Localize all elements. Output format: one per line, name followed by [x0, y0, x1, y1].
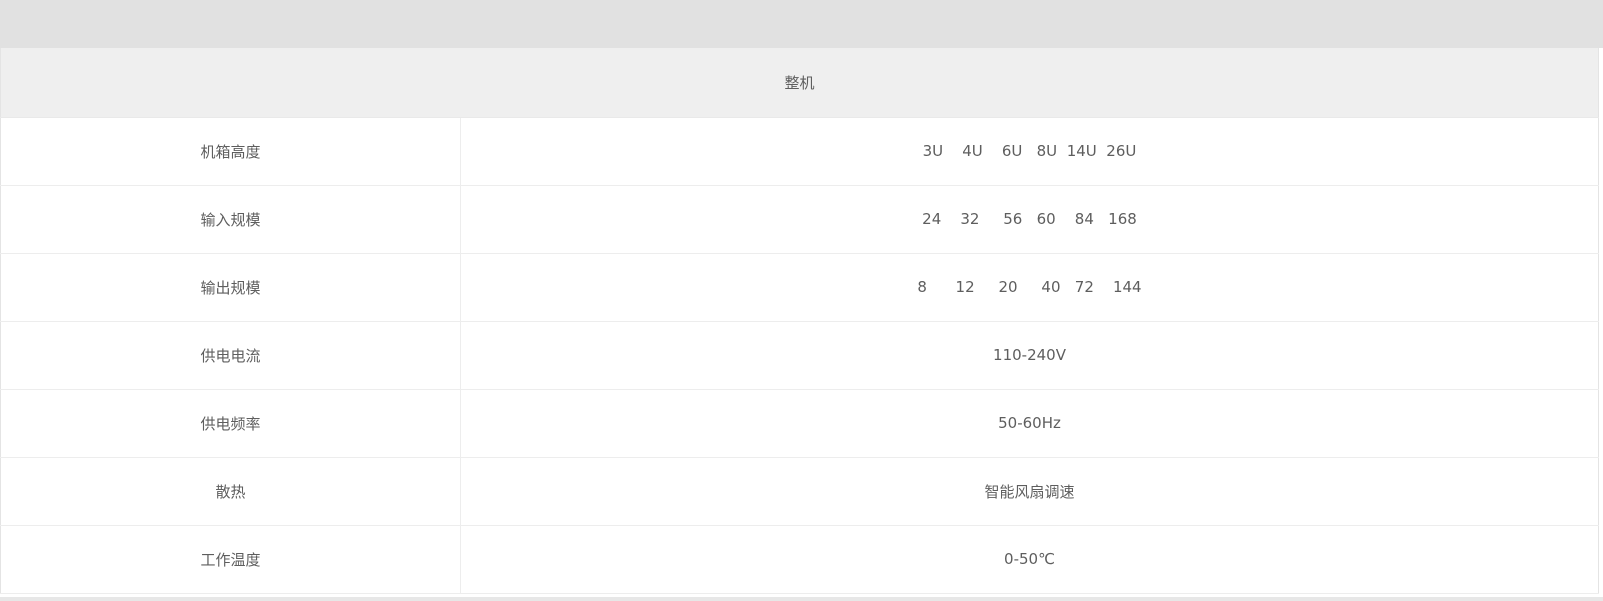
table-row: 机箱高度 3U 4U 6U 8U 14U 26U: [0, 117, 1599, 186]
row-value: 50-60Hz: [460, 389, 1599, 458]
row-label: 供电频率: [0, 389, 461, 458]
row-value: 24 32 56 60 84 168: [460, 185, 1599, 254]
row-label: 供电电流: [0, 321, 461, 390]
table-row: 输入规模 24 32 56 60 84 168: [0, 185, 1599, 254]
row-value: 110-240V: [460, 321, 1599, 390]
row-label: 工作温度: [0, 525, 461, 594]
row-value: 0-50℃: [460, 525, 1599, 594]
row-label: 机箱高度: [0, 117, 461, 186]
table-row: 输出规模 8 12 20 40 72 144: [0, 253, 1599, 322]
spec-table: 整机 机箱高度 3U 4U 6U 8U 14U 26U 输入规模 24 32 5…: [0, 48, 1599, 594]
table-row: 供电电流 110-240V: [0, 321, 1599, 390]
row-value: 3U 4U 6U 8U 14U 26U: [460, 117, 1599, 186]
row-label: 散热: [0, 457, 461, 526]
table-row: 工作温度 0-50℃: [0, 525, 1599, 594]
row-value: 智能风扇调速: [460, 457, 1599, 526]
table-header-row: 整机: [0, 48, 1599, 118]
row-label: 输入规模: [0, 185, 461, 254]
row-value: 8 12 20 40 72 144: [460, 253, 1599, 322]
table-header-title: 整机: [0, 48, 1599, 118]
row-label: 输出规模: [0, 253, 461, 322]
table-row: 供电频率 50-60Hz: [0, 389, 1599, 458]
table-row: 散热 智能风扇调速: [0, 457, 1599, 526]
bottom-divider: [0, 597, 1603, 601]
top-band: [0, 0, 1603, 48]
